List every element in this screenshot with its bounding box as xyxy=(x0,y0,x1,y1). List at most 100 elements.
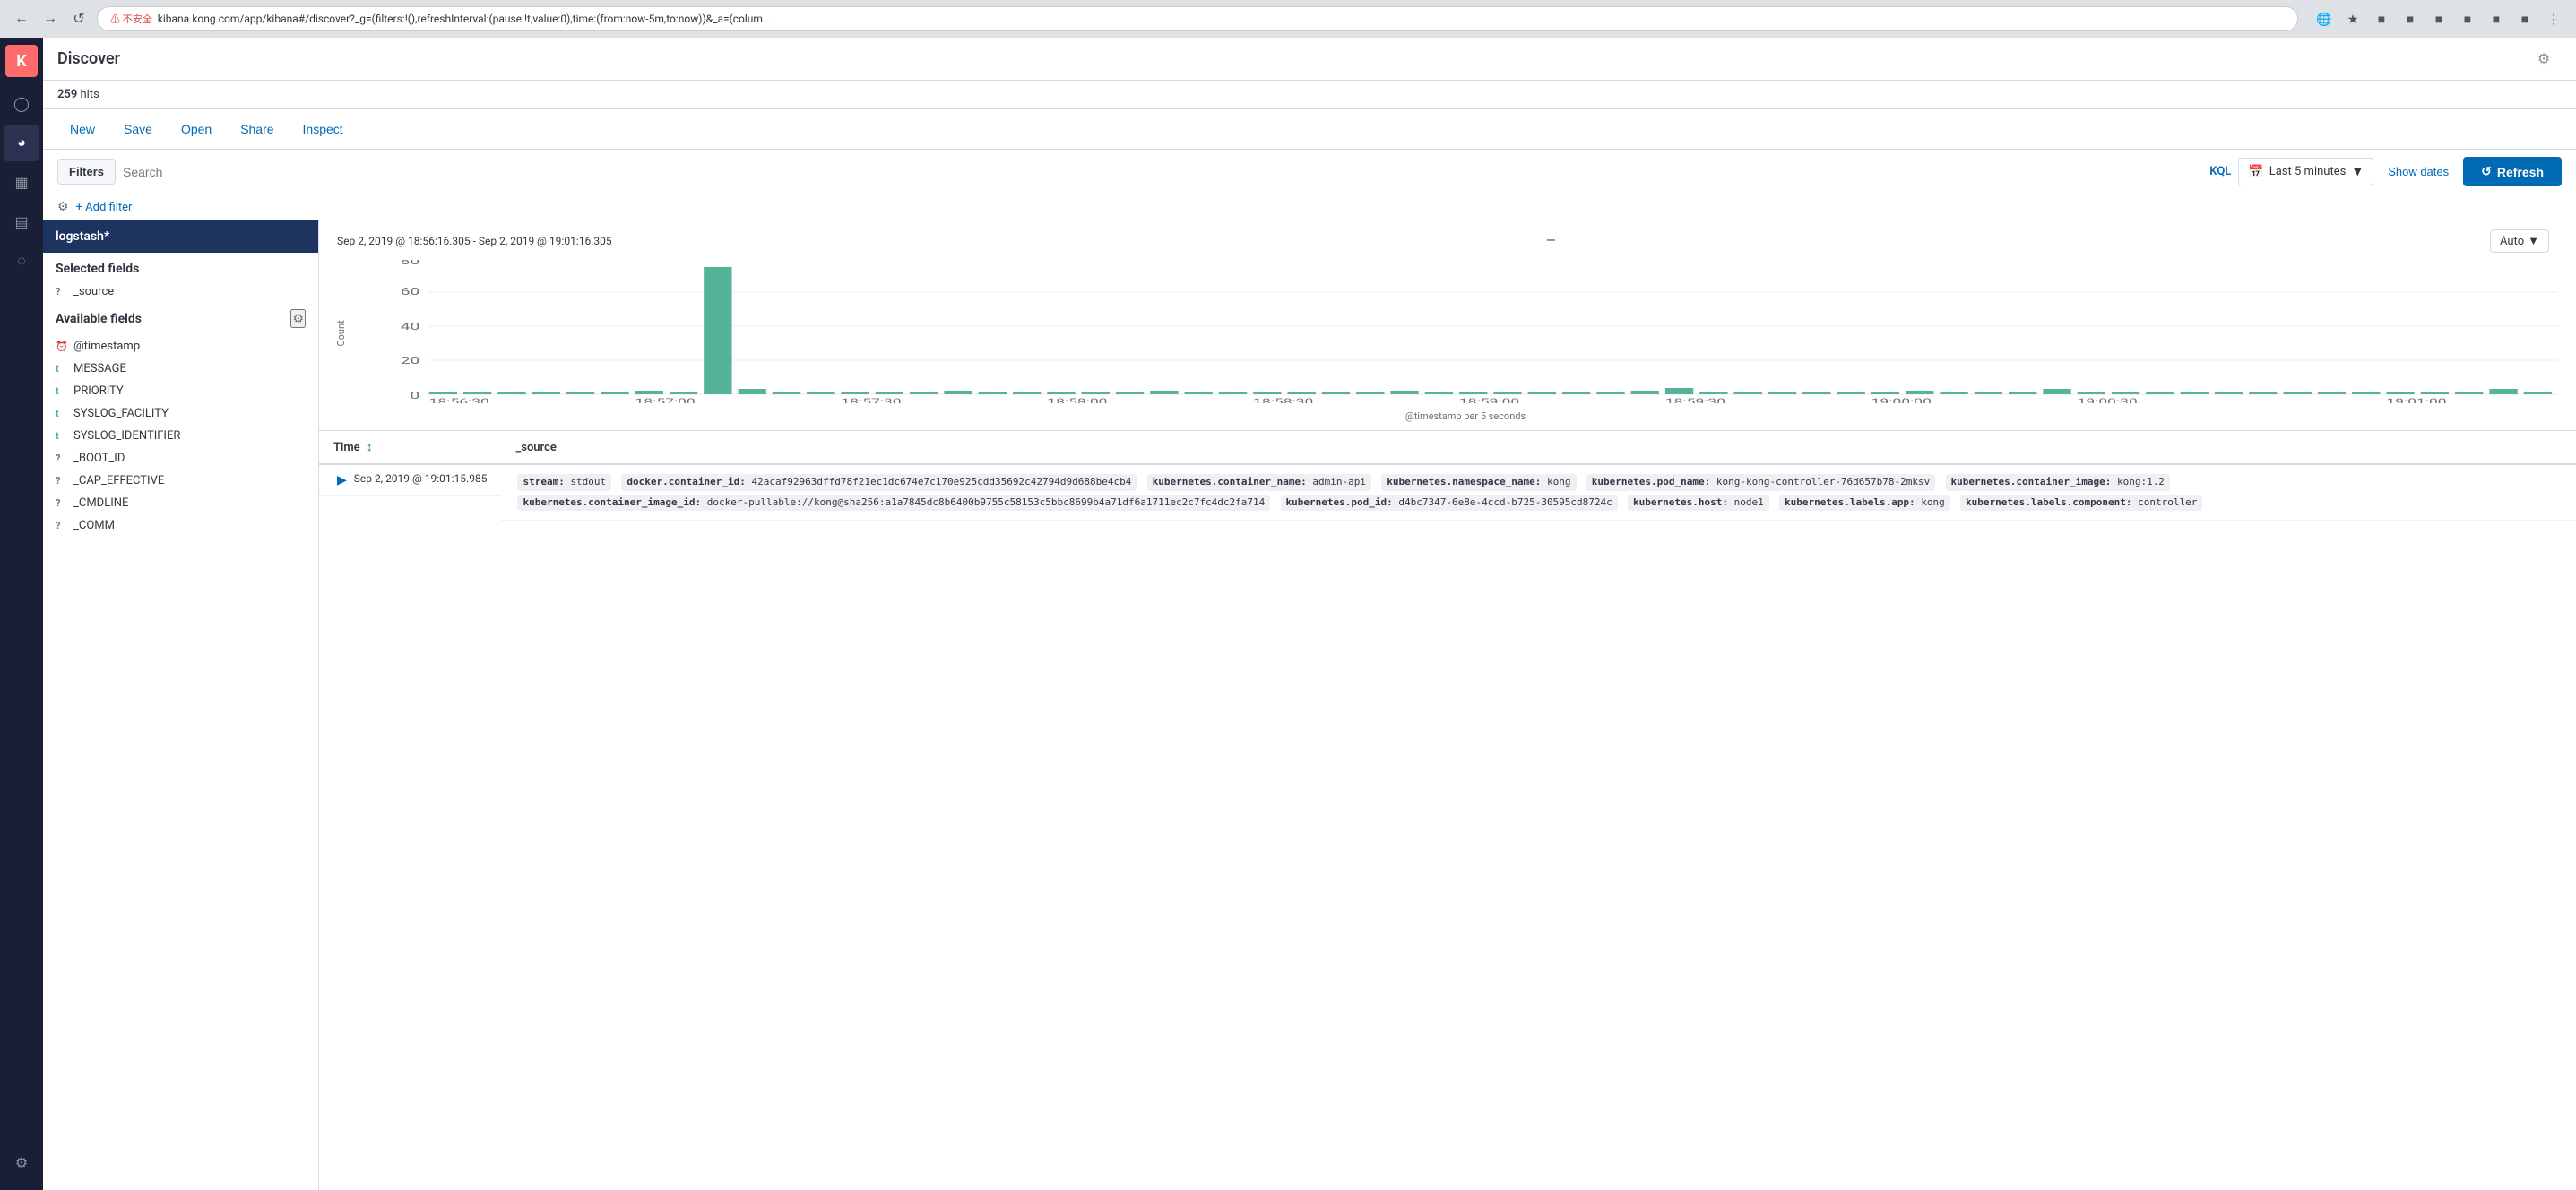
header-settings-icon[interactable]: ⚙ xyxy=(2526,41,2562,77)
address-bar[interactable]: ⚠ 不安全 kibana.kong.com/app/kibana#/discov… xyxy=(97,6,2298,31)
sort-icon[interactable]: ↕ xyxy=(367,441,373,454)
app-header: Discover ⚙ xyxy=(43,38,2576,81)
left-panel: logstash* Selected fields ? _source Avai… xyxy=(43,220,319,1190)
browser-actions: 🌐 ★ ■ ■ ■ ■ ■ ■ ⋮ xyxy=(2312,7,2565,30)
chart-header: Sep 2, 2019 @ 18:56:16.305 - Sep 2, 2019… xyxy=(328,229,2558,253)
ext2-icon[interactable]: ■ xyxy=(2399,7,2422,30)
field-item-comm[interactable]: ? _COMM xyxy=(43,514,318,537)
forward-button[interactable]: → xyxy=(39,8,61,30)
selected-fields-title: Selected fields xyxy=(43,253,318,281)
svg-text:40: 40 xyxy=(401,321,420,332)
new-button[interactable]: New xyxy=(57,116,108,142)
ext3-icon[interactable]: ■ xyxy=(2427,7,2451,30)
ext1-icon[interactable]: ■ xyxy=(2370,7,2393,30)
source-tag-k8s-host: kubernetes.host: node1 xyxy=(1628,495,1769,512)
field-name-syslog-facility: SYSLOG_FACILITY xyxy=(73,407,169,420)
nav-dev-icon[interactable]: ◌ xyxy=(4,244,39,280)
source-tag-k8s-container-image: kubernetes.container_image: kong:1.2 xyxy=(1946,474,2170,491)
open-button[interactable]: Open xyxy=(169,116,224,142)
show-dates-button[interactable]: Show dates xyxy=(2381,160,2456,184)
row-source-cell: stream: stdout docker.container_id: 42ac… xyxy=(501,464,2576,521)
refresh-label: Refresh xyxy=(2497,165,2544,179)
add-filter-bar: ⚙ + Add filter xyxy=(43,194,2576,220)
chart-container: Sep 2, 2019 @ 18:56:16.305 - Sep 2, 2019… xyxy=(319,220,2576,431)
translate-icon[interactable]: 🌐 xyxy=(2312,7,2336,30)
field-type-icon-source: ? xyxy=(56,286,68,298)
auto-select[interactable]: Auto ▼ xyxy=(2490,229,2549,253)
filters-button[interactable]: Filters xyxy=(57,159,116,185)
svg-text:19:00:00: 19:00:00 xyxy=(1871,398,1932,403)
source-tag-k8s-labels-component: kubernetes.labels.component: controller xyxy=(1960,495,2202,512)
svg-text:60: 60 xyxy=(401,286,420,298)
ext6-icon[interactable]: ■ xyxy=(2513,7,2537,30)
chart-svg: 0 20 40 60 80 xyxy=(373,260,2558,403)
back-button[interactable]: ← xyxy=(11,8,32,30)
nav-chart-icon[interactable]: ▦ xyxy=(4,165,39,201)
field-item-syslog-facility[interactable]: t SYSLOG_FACILITY xyxy=(43,402,318,425)
field-type-q-boot: ? xyxy=(56,453,68,464)
field-item-syslog-identifier[interactable]: t SYSLOG_IDENTIFIER xyxy=(43,425,318,447)
nav-settings-icon[interactable]: ⚙ xyxy=(4,1145,39,1181)
ext4-icon[interactable]: ■ xyxy=(2456,7,2479,30)
app-layout: K ◯ ◕ ▦ ▤ ◌ ⚙ Discover ⚙ 259 hits New Sa… xyxy=(0,38,2576,1190)
nav-grid-icon[interactable]: ▤ xyxy=(4,204,39,240)
field-item-priority[interactable]: t PRIORITY xyxy=(43,380,318,402)
field-type-t-message: t xyxy=(56,363,68,375)
nav-clock-icon[interactable]: ◯ xyxy=(4,86,39,122)
field-type-q-cap: ? xyxy=(56,475,68,487)
add-filter-link[interactable]: + Add filter xyxy=(76,201,133,214)
ext5-icon[interactable]: ■ xyxy=(2485,7,2508,30)
star-icon[interactable]: ★ xyxy=(2341,7,2364,30)
field-name-message: MESSAGE xyxy=(73,362,126,375)
reload-button[interactable]: ↺ xyxy=(68,8,90,30)
toolbar: New Save Open Share Inspect xyxy=(43,109,2576,150)
svg-text:18:58:00: 18:58:00 xyxy=(1047,398,1107,403)
field-item-boot-id[interactable]: ? _BOOT_ID xyxy=(43,447,318,470)
field-name-boot-id: _BOOT_ID xyxy=(73,452,125,465)
row-time: Sep 2, 2019 @ 19:01:15.985 xyxy=(354,472,488,485)
expand-row-button[interactable]: ▶ xyxy=(333,472,350,487)
save-button[interactable]: Save xyxy=(111,116,165,142)
browser-menu-icon[interactable]: ⋮ xyxy=(2542,7,2565,30)
field-type-q-comm: ? xyxy=(56,520,68,531)
refresh-icon: ↺ xyxy=(2481,164,2492,179)
hits-bar: 259 hits xyxy=(43,81,2576,109)
kql-badge[interactable]: KQL xyxy=(2209,165,2231,178)
field-item-cmdline[interactable]: ? _CMDLINE xyxy=(43,492,318,514)
table-row: ▶ Sep 2, 2019 @ 19:01:15.985 stream: std… xyxy=(319,464,2576,521)
source-tag-k8s-container-name: kubernetes.container_name: admin-api xyxy=(1147,474,1371,491)
field-name-priority: PRIORITY xyxy=(73,384,124,398)
settings-icon[interactable]: ⚙ xyxy=(57,200,69,214)
field-type-t-syslog-id: t xyxy=(56,430,68,442)
field-item-cap-effective[interactable]: ? _CAP_EFFECTIVE xyxy=(43,470,318,492)
time-picker[interactable]: 📅 Last 5 minutes ▼ xyxy=(2238,158,2373,185)
available-fields-settings-icon[interactable]: ⚙ xyxy=(290,309,306,328)
available-fields-title: Available fields xyxy=(56,312,142,326)
sidebar-nav: K ◯ ◕ ▦ ▤ ◌ ⚙ xyxy=(0,38,43,1190)
svg-text:80: 80 xyxy=(401,260,420,267)
index-header: logstash* xyxy=(43,220,318,253)
available-fields-header: Available fields ⚙ xyxy=(43,302,318,335)
search-input[interactable] xyxy=(123,161,2202,183)
results-area[interactable]: Time ↕ _source ▶ Sep 2, 2019 @ 19:01:15. xyxy=(319,431,2576,1190)
source-tag-k8s-labels-app: kubernetes.labels.app: kong xyxy=(1779,495,1950,512)
svg-text:18:58:30: 18:58:30 xyxy=(1253,398,1313,403)
source-tag-k8s-namespace: kubernetes.namespace_name: kong xyxy=(1381,474,1576,491)
chart-x-label: @timestamp per 5 seconds xyxy=(373,410,2558,422)
time-label: Time xyxy=(333,441,360,454)
field-item-message[interactable]: t MESSAGE xyxy=(43,358,318,380)
table-header: Time ↕ _source xyxy=(319,431,2576,464)
field-name-syslog-identifier: SYSLOG_IDENTIFIER xyxy=(73,429,180,443)
share-button[interactable]: Share xyxy=(228,116,286,142)
svg-text:18:59:30: 18:59:30 xyxy=(1665,398,1725,403)
index-name: logstash* xyxy=(56,229,109,244)
refresh-button[interactable]: ↺ Refresh xyxy=(2463,157,2562,186)
nav-compass-icon[interactable]: ◕ xyxy=(4,125,39,161)
results-table: Time ↕ _source ▶ Sep 2, 2019 @ 19:01:15. xyxy=(319,431,2576,521)
inspect-button[interactable]: Inspect xyxy=(290,116,356,142)
row-expand-cell: ▶ Sep 2, 2019 @ 19:01:15.985 xyxy=(319,465,501,496)
right-panel: ◀ Sep 2, 2019 @ 18:56:16.305 - Sep 2, 20… xyxy=(319,220,2576,1190)
field-name-cap-effective: _CAP_EFFECTIVE xyxy=(73,474,164,487)
field-item-timestamp[interactable]: ⏰ @timestamp xyxy=(43,335,318,358)
source-column-header: _source xyxy=(501,431,2576,464)
